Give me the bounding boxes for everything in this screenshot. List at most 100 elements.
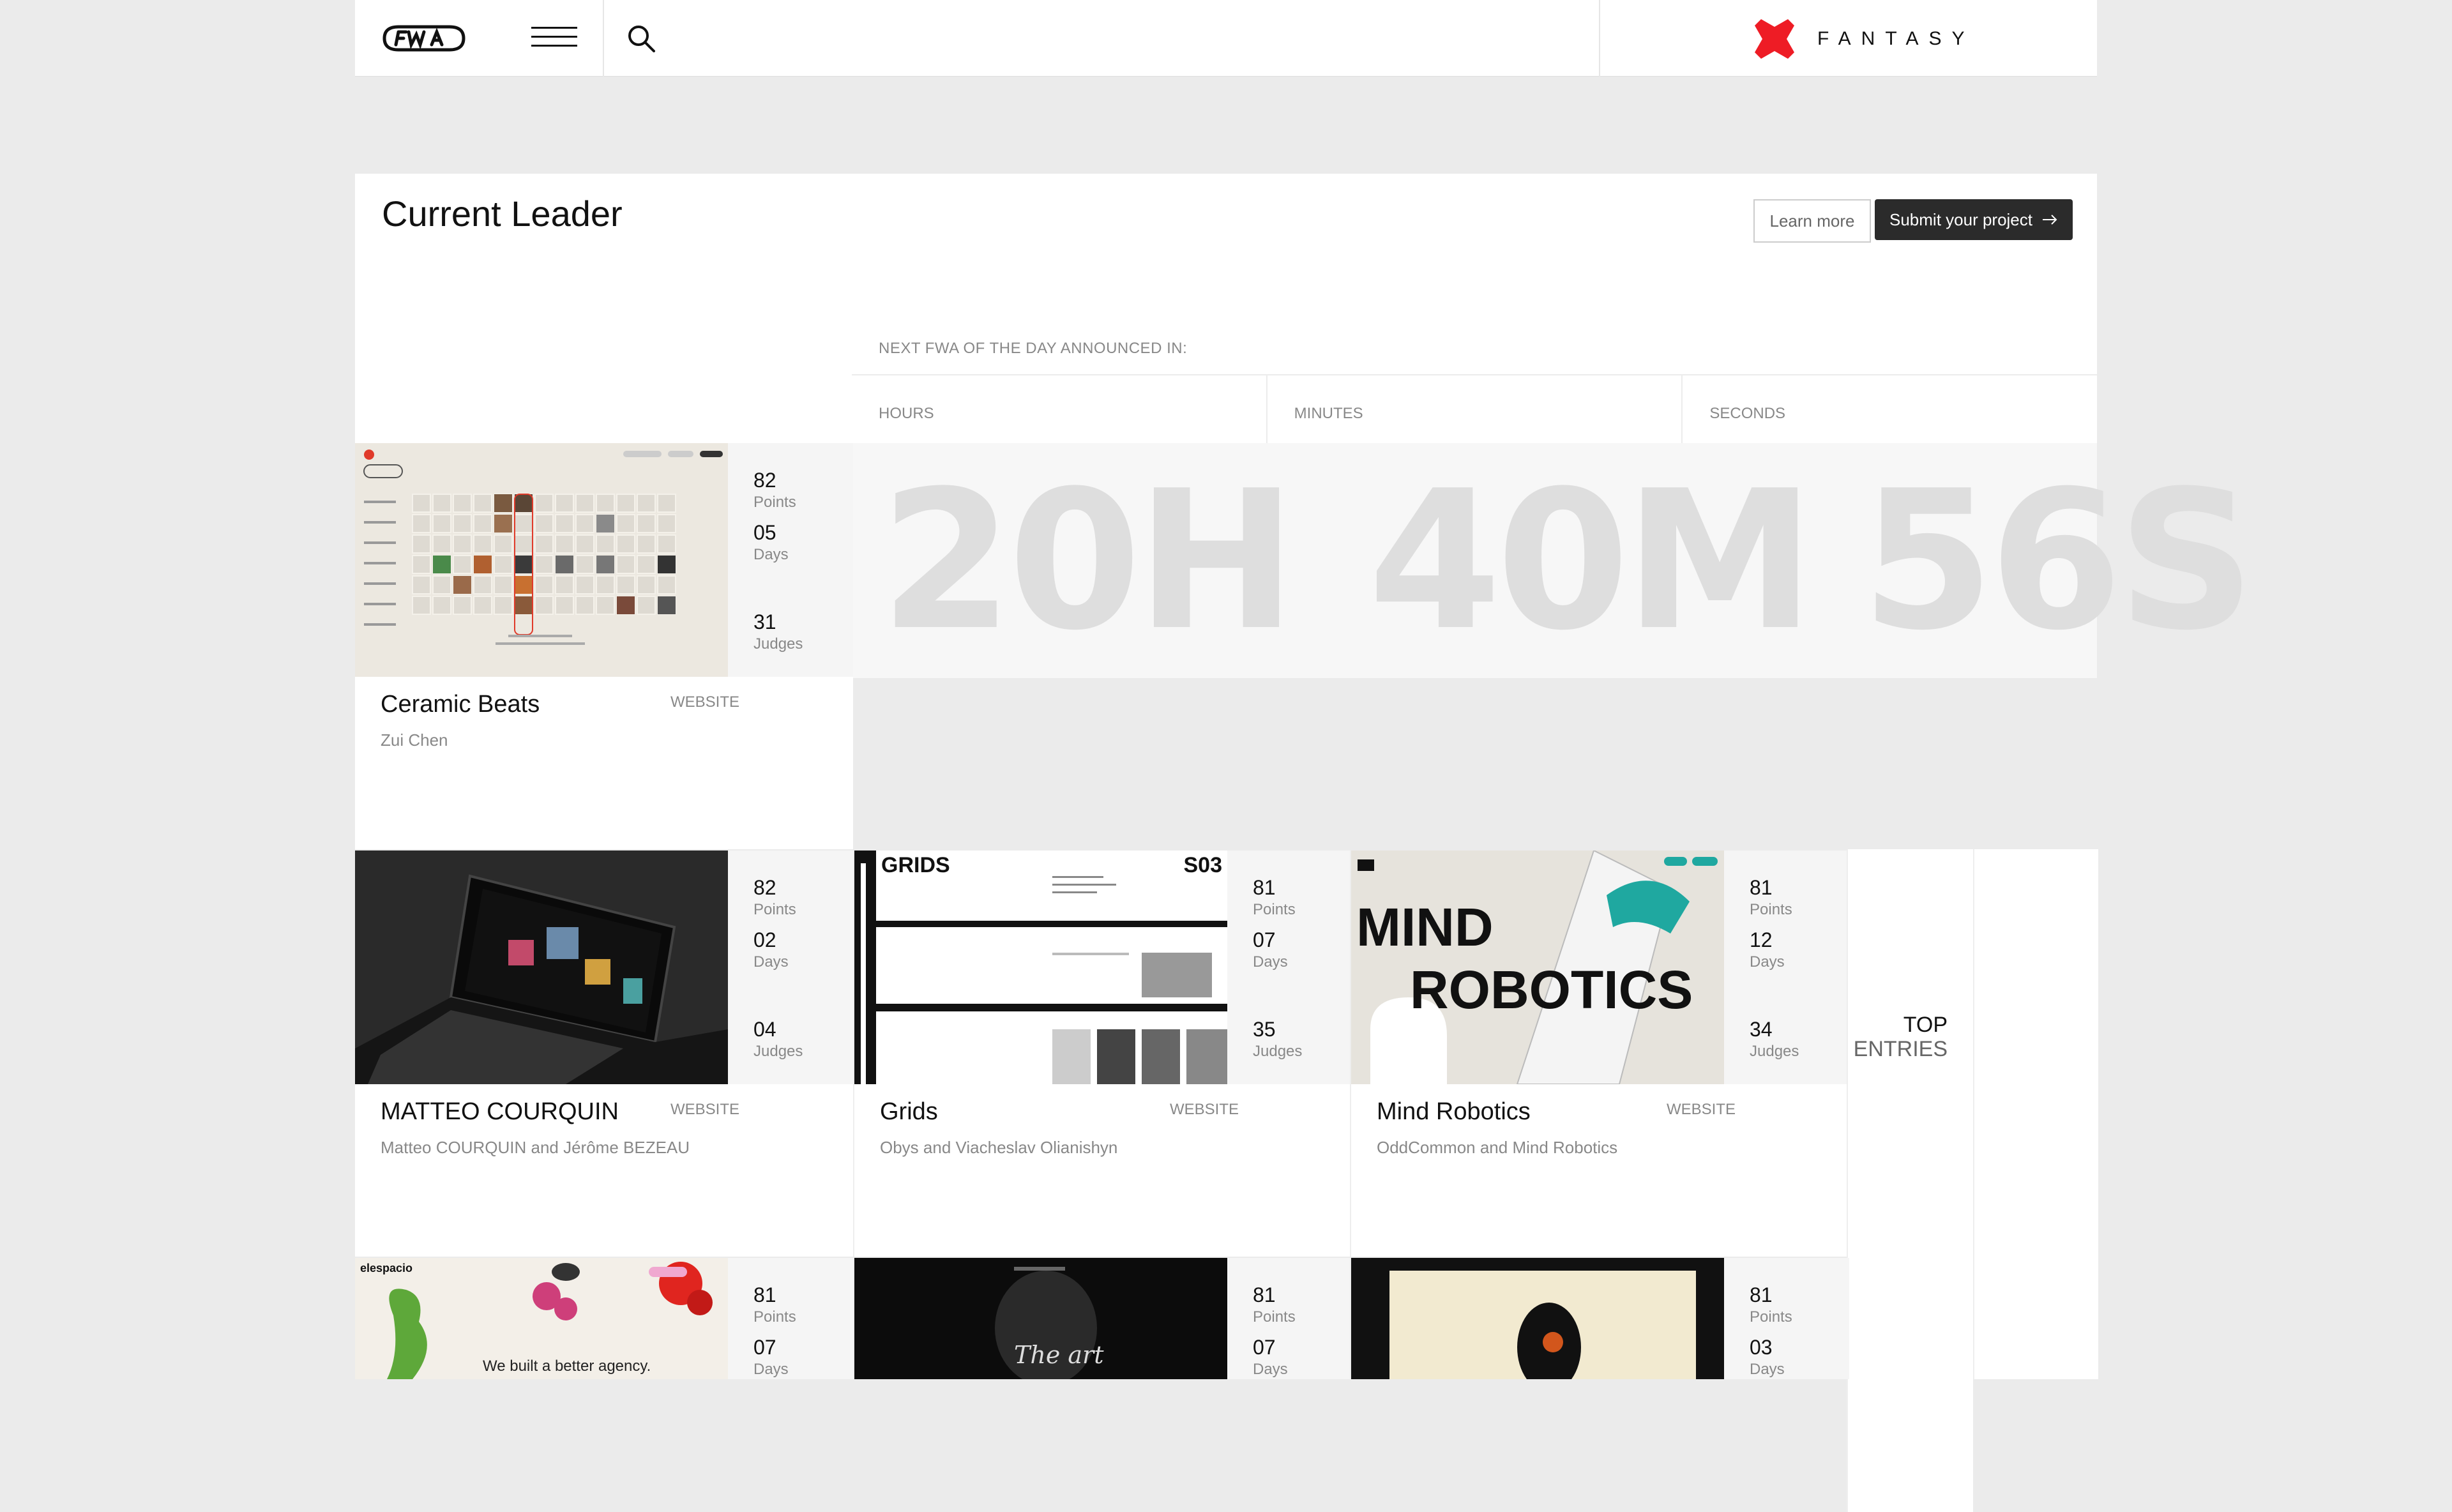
arrow-right-icon xyxy=(2042,215,2057,225)
points-value: 82 xyxy=(753,469,776,492)
days-label: Days xyxy=(753,546,789,563)
entry-thumbnail[interactable] xyxy=(355,850,728,1084)
judges-value: 04 xyxy=(753,1018,776,1041)
top-entries-link[interactable]: TOP ENTRIES xyxy=(1847,849,1973,1512)
countdown-seconds: 56S xyxy=(1861,449,2256,672)
fantasy-brand[interactable]: FANTASY xyxy=(1752,17,1974,61)
entry-card[interactable]: GRIDS S03 81 Points 07 Days 35 Judges Grids… xyxy=(853,850,1352,1257)
card-type: WEBSITE xyxy=(670,1101,740,1118)
judges-value: 34 xyxy=(1750,1018,1773,1041)
thumb-text: We built a better agency. xyxy=(483,1357,651,1375)
days-label: Days xyxy=(1750,1361,1785,1378)
judges-value: 35 xyxy=(1253,1018,1276,1041)
entry-card[interactable]: 82 Points 02 Days 04 Judges MATTEO COURQUIN… xyxy=(355,850,853,1257)
card-title[interactable]: Mind Robotics xyxy=(1377,1098,1531,1126)
card-author[interactable]: Obys and Viacheslav Olianishyn xyxy=(880,1138,1117,1158)
entry-thumbnail[interactable] xyxy=(1351,1258,1724,1379)
fantasy-logo-icon xyxy=(1755,19,1794,59)
leader-stats: 82 Points 05 Days 31 Judges xyxy=(728,443,853,677)
judges-label: Judges xyxy=(753,635,803,653)
points-label: Points xyxy=(753,901,796,918)
points-label: Points xyxy=(1750,901,1792,918)
countdown-hours: 20H xyxy=(880,449,1297,672)
search-icon[interactable] xyxy=(626,23,656,54)
entry-stats: 81 Points 07 Days xyxy=(728,1258,853,1379)
days-value: 03 xyxy=(1750,1336,1773,1359)
hours-label: HOURS xyxy=(879,405,934,422)
thumb-brand: elespacio xyxy=(360,1262,413,1274)
entry-stats: 81 Points 07 Days 35 Judges xyxy=(1227,850,1352,1084)
right-column xyxy=(1973,849,2098,1379)
entry-stats: 81 Points 12 Days 34 Judges xyxy=(1724,850,1849,1084)
fwa-logo[interactable] xyxy=(381,22,467,55)
days-label: Days xyxy=(1253,1361,1288,1378)
entry-stats: 81 Points 03 Days xyxy=(1724,1258,1849,1379)
points-value: 81 xyxy=(1253,876,1276,899)
top-header: FANTASY xyxy=(355,0,2097,77)
points-label: Points xyxy=(753,1308,796,1326)
laptop-thumbnail-image xyxy=(355,850,728,1084)
card-type: WEBSITE xyxy=(1667,1101,1736,1118)
card-title[interactable]: Ceramic Beats xyxy=(381,691,540,718)
top-entries-line2: ENTRIES xyxy=(1853,1037,1948,1061)
days-value: 05 xyxy=(753,521,776,544)
judges-value: 31 xyxy=(753,610,776,633)
thumb-headline: MIND xyxy=(1356,897,1494,957)
points-value: 81 xyxy=(1253,1283,1276,1306)
points-value: 81 xyxy=(1750,876,1773,899)
entry-card[interactable]: The art 81 Points 07 Days xyxy=(853,1258,1352,1379)
entry-thumbnail[interactable]: elespacio We built a better agency. xyxy=(355,1258,728,1379)
points-label: Points xyxy=(1750,1308,1792,1326)
submit-label: Submit your project xyxy=(1889,209,2032,229)
entry-thumbnail[interactable]: The art xyxy=(854,1258,1227,1379)
announce-label: NEXT FWA OF THE DAY ANNOUNCED IN: xyxy=(879,340,1188,357)
points-value: 81 xyxy=(1750,1283,1773,1306)
judges-label: Judges xyxy=(1750,1043,1799,1060)
leader-thumbnail[interactable] xyxy=(355,443,728,677)
entry-thumbnail[interactable]: MIND ROBOTICS xyxy=(1351,850,1724,1084)
thumb-label: GRIDS xyxy=(881,853,950,877)
card-type: WEBSITE xyxy=(1170,1101,1239,1118)
days-value: 07 xyxy=(1253,928,1276,951)
days-label: Days xyxy=(753,1361,789,1378)
card-author[interactable]: Matteo COURQUIN and Jérôme BEZEAU xyxy=(381,1138,690,1158)
grid-thumbnail-image xyxy=(355,443,728,677)
page-title: Current Leader xyxy=(382,193,623,234)
menu-icon[interactable] xyxy=(531,27,577,50)
card-author[interactable]: Zui Chen xyxy=(381,730,448,750)
submit-project-button[interactable]: Submit your project xyxy=(1875,199,2073,240)
days-label: Days xyxy=(753,953,789,971)
grids-thumbnail-image xyxy=(854,850,1227,1084)
entry-stats: 82 Points 02 Days 04 Judges xyxy=(728,850,853,1084)
seconds-label: SECONDS xyxy=(1709,405,1786,422)
points-label: Points xyxy=(1253,1308,1296,1326)
card-author[interactable]: OddCommon and Mind Robotics xyxy=(1377,1138,1617,1158)
thumb-label: S03 xyxy=(1183,853,1223,877)
points-label: Points xyxy=(753,494,796,511)
days-value: 02 xyxy=(753,928,776,951)
judges-label: Judges xyxy=(753,1043,803,1060)
judges-label: Judges xyxy=(1253,1043,1303,1060)
thumb-text: The art xyxy=(1014,1341,1104,1369)
entry-card[interactable]: 81 Points 03 Days xyxy=(1350,1258,1849,1379)
timer-labels: HOURS MINUTES SECONDS xyxy=(852,374,2097,446)
top-entries-line1: TOP xyxy=(1903,1013,1948,1037)
points-value: 81 xyxy=(753,1283,776,1306)
card-title[interactable]: Grids xyxy=(880,1098,938,1126)
portrait-thumbnail-image xyxy=(1351,1258,1724,1379)
card-title[interactable]: MATTEO COURQUIN xyxy=(381,1098,619,1126)
days-label: Days xyxy=(1750,953,1785,971)
brand-name: FANTASY xyxy=(1817,28,1975,49)
countdown-minutes: 40M xyxy=(1368,449,1815,672)
learn-more-button[interactable]: Learn more xyxy=(1753,199,1871,243)
days-value: 12 xyxy=(1750,928,1773,951)
countdown-display: 20H 40M 56S xyxy=(852,443,2255,678)
minutes-label: MINUTES xyxy=(1294,405,1363,422)
entry-card[interactable]: elespacio We built a better agency. 81 Po… xyxy=(355,1258,853,1379)
leader-card[interactable]: 82 Points 05 Days 31 Judges Ceramic Beats W… xyxy=(355,443,853,849)
points-value: 82 xyxy=(753,876,776,899)
card-type: WEBSITE xyxy=(670,693,740,711)
thumb-headline: ROBOTICS xyxy=(1410,960,1693,1020)
entry-thumbnail[interactable]: GRIDS S03 xyxy=(854,850,1227,1084)
entry-card[interactable]: MIND ROBOTICS 81 Points 12 Days 34 Judges M… xyxy=(1350,850,1849,1257)
